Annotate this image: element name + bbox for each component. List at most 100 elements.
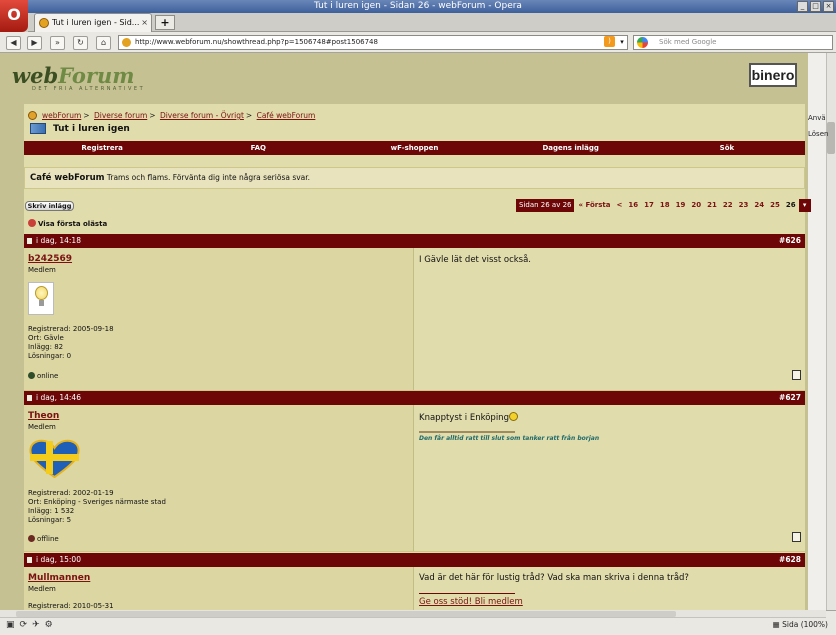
first-unread-label: Visa första olästa [38, 220, 108, 228]
breadcrumb: webForum > Diverse forum > Diverse forum -… [42, 111, 316, 120]
username[interactable]: Theon [28, 411, 59, 421]
breadcrumb-item[interactable]: Diverse forum - Övrigt [160, 111, 244, 120]
post-header: i dag, 14:18 #626 [24, 234, 805, 248]
post-icon [27, 238, 32, 244]
post-header: i dag, 15:00 #628 [24, 553, 805, 567]
breadcrumb-item[interactable]: webForum [42, 111, 81, 120]
chevron-down-icon[interactable]: ▾ [617, 35, 627, 50]
opera-menu-button[interactable]: O [0, 0, 28, 32]
pagination: Sidan 26 av 26 « Första < 16 17 18 19 20… [516, 199, 811, 212]
minimize-icon[interactable]: _ [797, 1, 808, 12]
post-number[interactable]: #628 [779, 553, 801, 567]
address-field[interactable]: http://www.webforum.nu/showthread.php?p=… [118, 35, 628, 50]
user-role: Medlem [28, 266, 56, 274]
status-icons: ▣⟳✈⚙ [6, 620, 58, 630]
url-text: http://www.webforum.nu/showthread.php?p=… [135, 38, 378, 46]
fast-forward-icon[interactable]: » [50, 36, 65, 50]
rss-icon[interactable]: ) [604, 36, 615, 47]
zoom-icon: ▦ [772, 620, 783, 629]
logo-web: web [12, 63, 59, 88]
search-input[interactable]: Sök med Google [633, 35, 833, 50]
tab-label: Tut i luren igen - Sid... [52, 18, 140, 27]
site-navigation: Registrera FAQ wF-shoppen Dagens inlägg … [24, 141, 805, 155]
back-icon[interactable]: ◀ [6, 36, 21, 50]
signature: Den får alltid ratt till slut som tanker… [419, 435, 600, 442]
sponsor-logo[interactable]: binero [749, 63, 797, 87]
page-prev[interactable]: < [613, 199, 625, 212]
logo-forum: Forum [58, 63, 135, 88]
nav-register[interactable]: Registrera [24, 144, 180, 152]
user-panel [24, 248, 414, 390]
page-link[interactable]: 20 [688, 199, 704, 212]
breadcrumb-item[interactable]: Café webForum [257, 111, 316, 120]
side-login: Anvä Lösen [808, 110, 828, 142]
page-link[interactable]: 16 [625, 199, 641, 212]
tab-close-icon[interactable]: × [141, 14, 148, 31]
new-post-button[interactable]: Skriv inlägg [25, 201, 74, 211]
page-link[interactable]: 24 [751, 199, 767, 212]
nav-shop[interactable]: wF-shoppen [336, 144, 492, 152]
zoom-level[interactable]: ▦ Sida (100%) [773, 620, 828, 629]
page-link[interactable]: 22 [720, 199, 736, 212]
side-text-1[interactable]: Anvä [808, 110, 828, 126]
google-icon [637, 37, 648, 48]
smiley-icon [508, 412, 518, 421]
horizontal-scrollbar-thumb[interactable] [16, 611, 676, 617]
username[interactable]: Mullmannen [28, 573, 90, 583]
nav-todays-posts[interactable]: Dagens inlägg [493, 144, 649, 152]
post-icon [27, 395, 32, 401]
panel-toggle-icon[interactable]: ▣ [6, 620, 20, 630]
status-label: offline [37, 535, 59, 543]
chevron-down-icon[interactable]: ▾ [798, 199, 811, 212]
page-link[interactable]: 17 [641, 199, 657, 212]
side-text-2[interactable]: Lösen [808, 126, 828, 142]
page-title: Tut i luren igen [53, 124, 130, 134]
close-icon[interactable]: × [823, 1, 834, 12]
settings-icon[interactable]: ⚙ [45, 620, 58, 630]
lightbulb-icon [35, 286, 48, 300]
quote-icon[interactable] [792, 370, 801, 380]
page-link[interactable]: 23 [736, 199, 752, 212]
forum-description: Café webForum Trams och flams. Förvänta … [24, 167, 805, 189]
avatar [28, 282, 54, 315]
browser-tab[interactable]: Tut i luren igen - Sid... × [34, 13, 152, 32]
new-tab-button[interactable]: + [155, 15, 175, 30]
page-link[interactable]: 21 [704, 199, 720, 212]
post-text: I Gävle lät det visst också. [419, 255, 532, 265]
post-number[interactable]: #627 [779, 391, 801, 405]
home-icon[interactable]: ⌂ [96, 36, 111, 50]
turbo-icon[interactable]: ✈ [32, 620, 45, 630]
post-icon [27, 557, 32, 563]
forward-icon[interactable]: ▶ [27, 36, 42, 50]
page-first[interactable]: « Första [575, 199, 613, 212]
user-role: Medlem [28, 585, 56, 593]
site-tagline: DET FRIA ALTERNATIVET [32, 86, 146, 92]
username[interactable]: b242569 [28, 254, 72, 264]
reload-icon[interactable]: ↻ [73, 36, 88, 50]
post-text: Knapptyst i Enköping [419, 412, 518, 423]
nav-search[interactable]: Sök [649, 144, 805, 152]
sync-icon[interactable]: ⟳ [20, 620, 33, 630]
page-link[interactable]: 18 [657, 199, 673, 212]
page-link[interactable]: 25 [767, 199, 783, 212]
post-text: Vad är det här för lustig tråd? Vad ska … [419, 573, 689, 583]
post-date: i dag, 14:18 [36, 236, 81, 245]
favicon-icon [39, 18, 49, 28]
quote-icon[interactable] [792, 532, 801, 542]
post-header: i dag, 14:46 #627 [24, 391, 805, 405]
forum-name: Café webForum [30, 173, 105, 183]
post-number[interactable]: #626 [779, 234, 801, 248]
signature-divider [419, 593, 515, 594]
user-panel [24, 405, 414, 551]
unread-icon [28, 219, 36, 227]
signup-link[interactable]: Ge oss stöd! Bli medlem [419, 597, 523, 607]
page-link[interactable]: 19 [673, 199, 689, 212]
user-info: Registrerad: 2002-01-19 Ort: Enköping - … [28, 489, 166, 524]
site-logo[interactable]: webForum [12, 63, 134, 88]
nav-faq[interactable]: FAQ [180, 144, 336, 152]
breadcrumb-item[interactable]: Diverse forum [94, 111, 147, 120]
maximize-icon[interactable]: □ [810, 1, 821, 12]
first-unread-link[interactable]: Visa första olästa [28, 219, 107, 228]
thread-icon [30, 123, 46, 134]
post-date: i dag, 14:46 [36, 393, 81, 402]
